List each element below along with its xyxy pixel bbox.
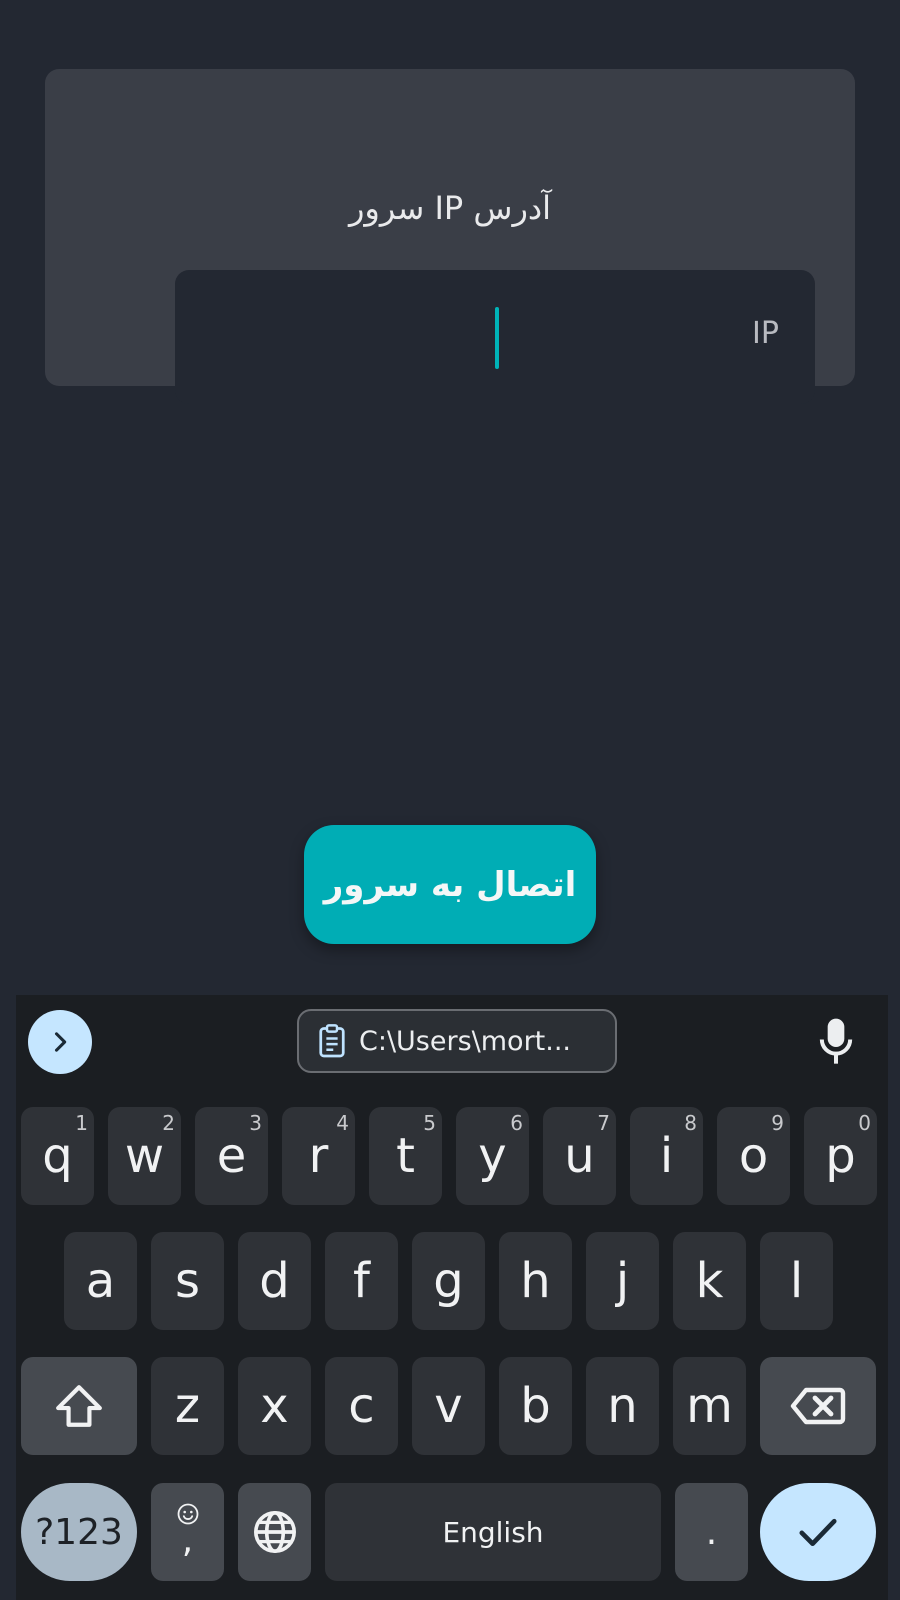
microphone-button[interactable]: [816, 1017, 856, 1067]
key-number-hint: 2: [162, 1111, 175, 1135]
text-caret: [495, 307, 499, 369]
key-m[interactable]: m: [673, 1357, 746, 1455]
server-ip-title: آدرس IP سرور: [348, 189, 552, 227]
key-label: d: [259, 1253, 290, 1309]
key-r[interactable]: r4: [282, 1107, 355, 1205]
key-label: q: [42, 1128, 73, 1184]
key-o[interactable]: o9: [717, 1107, 790, 1205]
key-c[interactable]: c: [325, 1357, 398, 1455]
key-d[interactable]: d: [238, 1232, 311, 1330]
key-label: x: [260, 1378, 289, 1434]
key-label: e: [216, 1128, 247, 1184]
key-number-hint: 1: [75, 1111, 88, 1135]
expand-toolbar-button[interactable]: [28, 1010, 92, 1074]
shift-key[interactable]: [21, 1357, 137, 1455]
key-number-hint: 5: [423, 1111, 436, 1135]
key-label: g: [433, 1253, 464, 1309]
key-label: h: [520, 1253, 551, 1309]
key-s[interactable]: s: [151, 1232, 224, 1330]
ip-input[interactable]: IP: [175, 270, 815, 404]
symbols-key[interactable]: ?123: [21, 1483, 137, 1581]
key-number-hint: 4: [336, 1111, 349, 1135]
key-number-hint: 9: [771, 1111, 784, 1135]
space-key[interactable]: English: [325, 1483, 661, 1581]
microphone-icon: [819, 1018, 853, 1064]
shift-icon: [56, 1385, 102, 1427]
key-label: i: [659, 1128, 674, 1184]
key-label: n: [607, 1378, 638, 1434]
key-t[interactable]: t5: [369, 1107, 442, 1205]
key-g[interactable]: g: [412, 1232, 485, 1330]
checkmark-icon: [799, 1518, 837, 1547]
key-label: t: [396, 1128, 415, 1184]
key-label: a: [85, 1253, 116, 1309]
emoji-comma-key[interactable]: ,: [151, 1483, 224, 1581]
key-n[interactable]: n: [586, 1357, 659, 1455]
key-label: u: [564, 1128, 595, 1184]
key-v[interactable]: v: [412, 1357, 485, 1455]
key-label: s: [174, 1253, 200, 1309]
key-number-hint: 6: [510, 1111, 523, 1135]
key-number-hint: 0: [858, 1111, 871, 1135]
key-y[interactable]: y6: [456, 1107, 529, 1205]
key-label: o: [738, 1128, 769, 1184]
key-l[interactable]: l: [760, 1232, 833, 1330]
key-i[interactable]: i8: [630, 1107, 703, 1205]
key-h[interactable]: h: [499, 1232, 572, 1330]
key-p[interactable]: p0: [804, 1107, 877, 1205]
key-label: b: [520, 1378, 551, 1434]
key-label: v: [434, 1378, 463, 1434]
key-number-hint: 3: [249, 1111, 262, 1135]
key-label: f: [353, 1253, 370, 1309]
key-number-hint: 7: [597, 1111, 610, 1135]
key-label: y: [478, 1128, 507, 1184]
key-b[interactable]: b: [499, 1357, 572, 1455]
key-label: c: [348, 1378, 375, 1434]
done-key[interactable]: [760, 1483, 876, 1581]
key-k[interactable]: k: [673, 1232, 746, 1330]
backspace-icon: [790, 1387, 846, 1425]
key-z[interactable]: z: [151, 1357, 224, 1455]
key-e[interactable]: e3: [195, 1107, 268, 1205]
comma-label: ,: [181, 1520, 194, 1561]
clipboard-text: C:\Users\mort...: [359, 1025, 572, 1057]
keyboard-toolbar: C:\Users\mort...: [16, 995, 888, 1087]
backspace-key[interactable]: [760, 1357, 876, 1455]
key-w[interactable]: w2: [108, 1107, 181, 1205]
key-label: m: [686, 1378, 733, 1434]
key-u[interactable]: u7: [543, 1107, 616, 1205]
server-ip-card: آدرس IP سرور IP: [45, 69, 855, 404]
ip-placeholder: IP: [752, 316, 779, 351]
key-a[interactable]: a: [64, 1232, 137, 1330]
key-label: p: [825, 1128, 856, 1184]
key-x[interactable]: x: [238, 1357, 311, 1455]
connect-to-server-button[interactable]: اتصال به سرور: [304, 825, 596, 944]
period-key[interactable]: .: [675, 1483, 748, 1581]
key-label: z: [174, 1378, 201, 1434]
key-label: w: [124, 1128, 165, 1184]
key-label: j: [615, 1253, 630, 1309]
chevron-right-icon: [54, 1032, 67, 1052]
key-number-hint: 8: [684, 1111, 697, 1135]
key-j[interactable]: j: [586, 1232, 659, 1330]
key-label: r: [308, 1128, 329, 1184]
clipboard-icon: [319, 1024, 345, 1058]
language-key[interactable]: [238, 1483, 311, 1581]
globe-icon: [253, 1511, 296, 1553]
key-q[interactable]: q1: [21, 1107, 94, 1205]
soft-keyboard: C:\Users\mort... q1w2e3r4t5y6u7i8o9p0 as…: [16, 995, 888, 1600]
key-label: k: [695, 1253, 724, 1309]
clipboard-suggestion[interactable]: C:\Users\mort...: [297, 1009, 617, 1073]
key-label: l: [789, 1253, 804, 1309]
key-f[interactable]: f: [325, 1232, 398, 1330]
